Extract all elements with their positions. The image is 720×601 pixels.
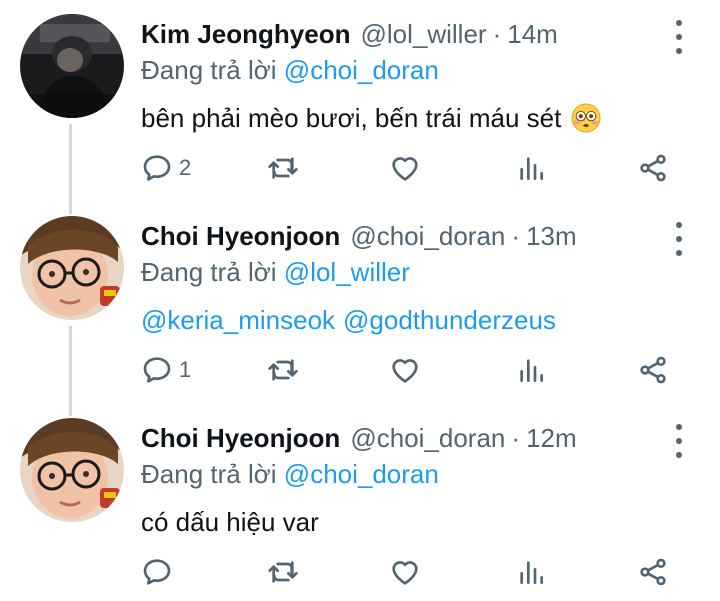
views-button[interactable] [515, 148, 547, 188]
separator: · [492, 19, 502, 49]
timestamp[interactable]: 14m [507, 16, 558, 52]
reply-to-mention[interactable]: @choi_doran [284, 55, 439, 85]
heart-icon [389, 152, 421, 184]
reply-button[interactable] [141, 552, 179, 592]
tweet-actions: 2 [141, 148, 681, 188]
reply-context: Đang trả lời @choi_doran [141, 456, 660, 492]
tweet-text: @keria_minseok @godthunderzeus [141, 302, 660, 338]
heart-icon [389, 354, 421, 386]
tweet[interactable]: Choi Hyeonjoon @choi_doran · 12m Đang tr… [0, 404, 720, 601]
reply-button[interactable]: 1 [141, 350, 191, 390]
avatar[interactable] [20, 216, 124, 320]
retweet-button[interactable] [267, 148, 299, 188]
author-name[interactable]: Kim Jeonghyeon [141, 16, 350, 52]
mention-link[interactable]: @keria_minseok [141, 302, 335, 338]
author-name[interactable]: Choi Hyeonjoon [141, 420, 340, 456]
author-name[interactable]: Choi Hyeonjoon [141, 218, 340, 254]
reply-to-mention[interactable]: @lol_willer [284, 257, 410, 287]
more-vertical-icon[interactable] [674, 424, 684, 458]
like-button[interactable] [389, 552, 421, 592]
share-button[interactable] [637, 552, 669, 592]
author-handle[interactable]: @choi_doran [350, 218, 505, 254]
views-icon [515, 152, 547, 184]
reply-icon [141, 354, 173, 386]
views-button[interactable] [515, 552, 547, 592]
avatar[interactable] [20, 418, 124, 522]
retweet-icon [267, 354, 299, 386]
tweet[interactable]: Choi Hyeonjoon @choi_doran · 13m Đang tr… [0, 202, 720, 402]
reply-icon [141, 556, 173, 588]
share-icon [637, 354, 669, 386]
reply-prefix: Đang trả lời [141, 459, 277, 489]
reply-context: Đang trả lời @lol_willer [141, 254, 660, 290]
timestamp[interactable]: 12m [526, 420, 577, 456]
reply-to-mention[interactable]: @choi_doran [284, 459, 439, 489]
retweet-icon [267, 152, 299, 184]
share-icon [637, 556, 669, 588]
more-vertical-icon[interactable] [674, 20, 684, 54]
more-vertical-icon[interactable] [674, 222, 684, 256]
reply-button[interactable]: 2 [141, 148, 191, 188]
flushed-face-icon [571, 103, 601, 133]
views-button[interactable] [515, 350, 547, 390]
views-icon [515, 556, 547, 588]
tweet-text-content: bên phải mèo bươi, bến trái máu sét [141, 103, 562, 133]
reply-count: 1 [179, 357, 192, 382]
tweet-actions: 1 [141, 350, 681, 390]
views-icon [515, 354, 547, 386]
tweet-actions [141, 552, 681, 592]
like-button[interactable] [389, 350, 421, 390]
reply-prefix: Đang trả lời [141, 257, 277, 287]
heart-icon [389, 556, 421, 588]
separator: · [511, 221, 521, 251]
mention-link[interactable]: @godthunderzeus [343, 302, 556, 338]
reply-prefix: Đang trả lời [141, 55, 277, 85]
author-handle[interactable]: @choi_doran [350, 420, 505, 456]
reply-context: Đang trả lời @choi_doran [141, 52, 660, 88]
like-button[interactable] [389, 148, 421, 188]
retweet-button[interactable] [267, 552, 299, 592]
tweet-text-content: có dấu hiệu var [141, 507, 319, 537]
retweet-icon [267, 556, 299, 588]
retweet-button[interactable] [267, 350, 299, 390]
reply-count: 2 [179, 155, 192, 180]
tweet-text: bên phải mèo bươi, bến trái máu sét [141, 100, 660, 136]
tweet[interactable]: Kim Jeonghyeon @lol_willer · 14m Đang tr… [0, 0, 720, 200]
timestamp[interactable]: 13m [526, 218, 577, 254]
share-button[interactable] [637, 350, 669, 390]
share-icon [637, 152, 669, 184]
separator: · [511, 423, 521, 453]
reply-icon [141, 152, 173, 184]
share-button[interactable] [637, 148, 669, 188]
author-handle[interactable]: @lol_willer [360, 16, 486, 52]
avatar[interactable] [20, 14, 124, 118]
tweet-text: có dấu hiệu var [141, 504, 660, 540]
